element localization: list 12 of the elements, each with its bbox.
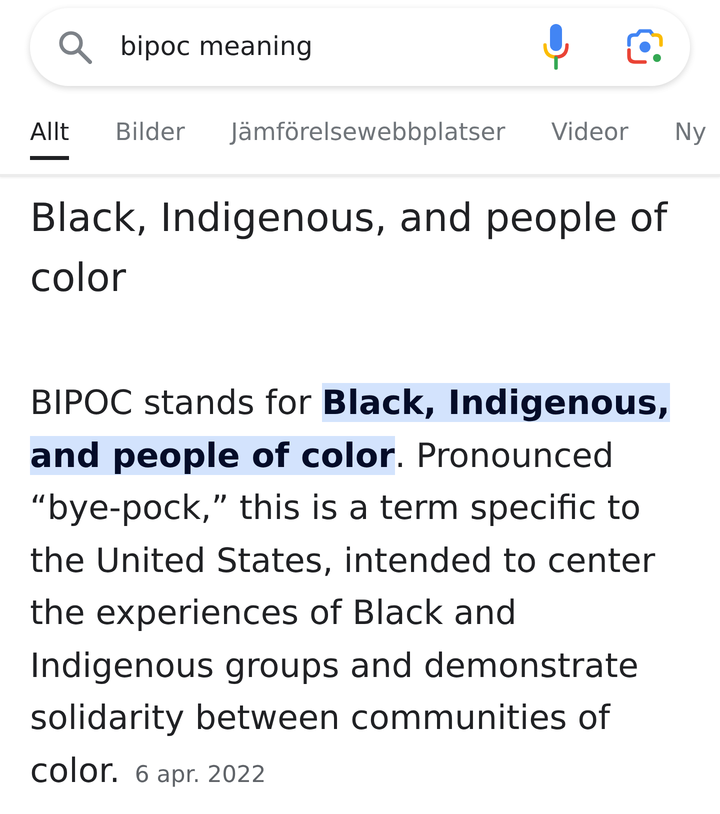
camera-icon[interactable] xyxy=(627,29,663,65)
search-icon xyxy=(58,30,92,64)
microphone-icon[interactable] xyxy=(543,24,569,70)
tab[interactable]: Bilder xyxy=(115,117,185,160)
result-heading: Black, Indigenous, and people of color xyxy=(30,195,669,303)
tab[interactable]: Ny xyxy=(674,117,706,160)
tab[interactable]: Allt xyxy=(30,117,70,160)
snippet-text: BIPOC stands for Black, Indigenous, and people of color. Pronounced “bye-pock,” this is a term specific to the United States, intended to center the experiences of Black and Indigenous groups and demonstrate solidarity between communities of color. 6 apr. 2022 xyxy=(30,382,671,792)
search-query-text: bipoc meaning xyxy=(120,32,313,62)
tab[interactable]: Jämförelsewebbplatser xyxy=(230,117,506,160)
search-field[interactable]: bipoc meaning xyxy=(30,8,690,86)
tab[interactable]: Videor xyxy=(551,117,628,160)
